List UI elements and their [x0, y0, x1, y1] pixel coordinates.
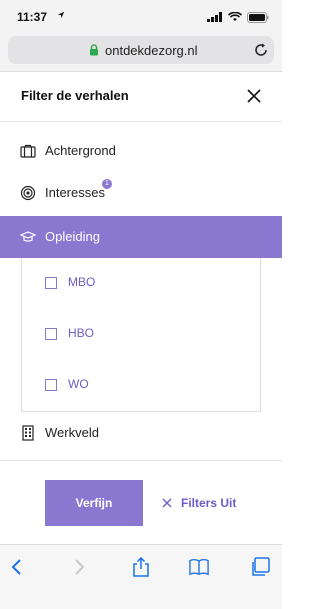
divider: [0, 460, 282, 461]
status-icons: [207, 11, 269, 23]
filter-item-label: Achtergrond: [45, 143, 116, 158]
filters-uit-button[interactable]: Filters Uit: [162, 495, 236, 511]
checkbox[interactable]: [45, 328, 57, 340]
filter-title: Filter de verhalen: [21, 88, 129, 103]
back-icon[interactable]: [8, 557, 28, 577]
count-badge: 1: [102, 179, 112, 189]
share-icon[interactable]: [131, 557, 151, 577]
lock-icon: [90, 44, 98, 56]
filter-item-opleiding[interactable]: Opleiding: [0, 216, 282, 258]
close-icon: [162, 498, 172, 508]
filter-item-label: Opleiding: [45, 229, 100, 244]
reload-icon[interactable]: [253, 42, 269, 58]
browser-toolbar: [0, 544, 282, 609]
filter-item-label: Interesses: [45, 185, 105, 200]
target-icon: [20, 185, 36, 201]
option-label: MBO: [68, 275, 96, 289]
close-icon[interactable]: [246, 88, 262, 104]
checkbox[interactable]: [45, 277, 57, 289]
forward-icon[interactable]: [68, 557, 88, 577]
option-label: WO: [68, 377, 89, 391]
option-label: HBO: [68, 326, 95, 340]
building-icon: [22, 425, 34, 441]
verfijn-button[interactable]: Verfijn: [45, 480, 143, 526]
filter-item-werkveld[interactable]: Werkveld: [0, 412, 282, 454]
option-hbo[interactable]: HBO: [22, 320, 262, 350]
option-mbo[interactable]: MBO: [22, 269, 262, 299]
address-host: ontdekdezorg.nl: [105, 43, 198, 58]
tabs-icon[interactable]: [250, 557, 270, 577]
address-bar[interactable]: ontdekdezorg.nl: [8, 36, 274, 64]
filter-item-label: Werkveld: [45, 425, 99, 440]
location-arrow-icon: [57, 11, 65, 19]
status-bar: 11:37: [0, 0, 282, 34]
opleiding-options: MBO HBO WO: [21, 258, 261, 412]
briefcase-icon: [20, 144, 36, 158]
checkbox[interactable]: [45, 379, 57, 391]
status-time: 11:37: [17, 10, 48, 24]
filters-uit-label: Filters Uit: [181, 496, 237, 510]
bookmarks-icon[interactable]: [189, 557, 209, 577]
filter-item-interesses[interactable]: Interesses 1: [0, 172, 282, 214]
signal-icon: [207, 12, 222, 22]
filter-header: Filter de verhalen: [0, 72, 282, 122]
wifi-icon: [228, 12, 242, 21]
browser-address-area: ontdekdezorg.nl: [0, 34, 282, 72]
graduation-cap-icon: [20, 231, 36, 242]
filter-item-achtergrond[interactable]: Achtergrond: [0, 130, 282, 172]
battery-icon: [247, 11, 269, 23]
option-wo[interactable]: WO: [22, 371, 262, 401]
